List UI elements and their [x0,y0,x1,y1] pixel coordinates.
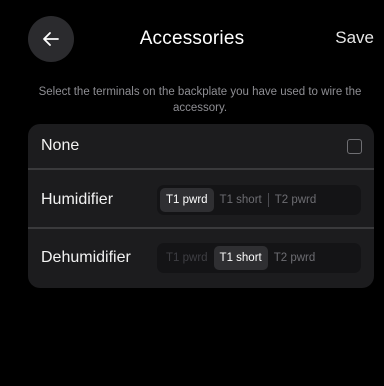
humidifier-option-t1-short[interactable]: T1 short [214,188,268,212]
dehumidifier-terminal-selector: T1 pwrd T1 short T2 pwrd [157,243,361,273]
humidifier-terminal-selector: T1 pwrd T1 short T2 pwrd [157,185,361,215]
row-dehumidifier: Dehumidifier T1 pwrd T1 short T2 pwrd [28,231,374,285]
humidifier-option-t1-pwrd[interactable]: T1 pwrd [160,188,214,212]
divider [28,168,374,170]
row-humidifier-label: Humidifier [41,191,114,208]
row-humidifier: Humidifier T1 pwrd T1 short T2 pwrd [28,173,374,227]
divider [28,227,374,229]
instructions-text: Select the terminals on the backplate yo… [38,86,362,114]
accessories-screen: Accessories Save Select the terminals on… [0,0,384,386]
dehumidifier-option-t2-pwrd[interactable]: T2 pwrd [268,246,322,270]
row-dehumidifier-label: Dehumidifier [41,249,131,266]
save-button[interactable]: Save [335,28,374,48]
row-none-label: None [41,137,80,154]
dehumidifier-option-t1-short[interactable]: T1 short [213,246,268,270]
none-checkbox[interactable] [347,138,362,154]
humidifier-option-t2-pwrd[interactable]: T2 pwrd [269,188,323,212]
dehumidifier-option-t1-pwrd[interactable]: T1 pwrd [160,246,214,270]
page-title: Accessories [139,28,245,49]
row-none[interactable]: None [28,124,374,168]
accessories-card: None Humidifier T1 pwrd T1 short T2 pwrd… [28,124,374,288]
